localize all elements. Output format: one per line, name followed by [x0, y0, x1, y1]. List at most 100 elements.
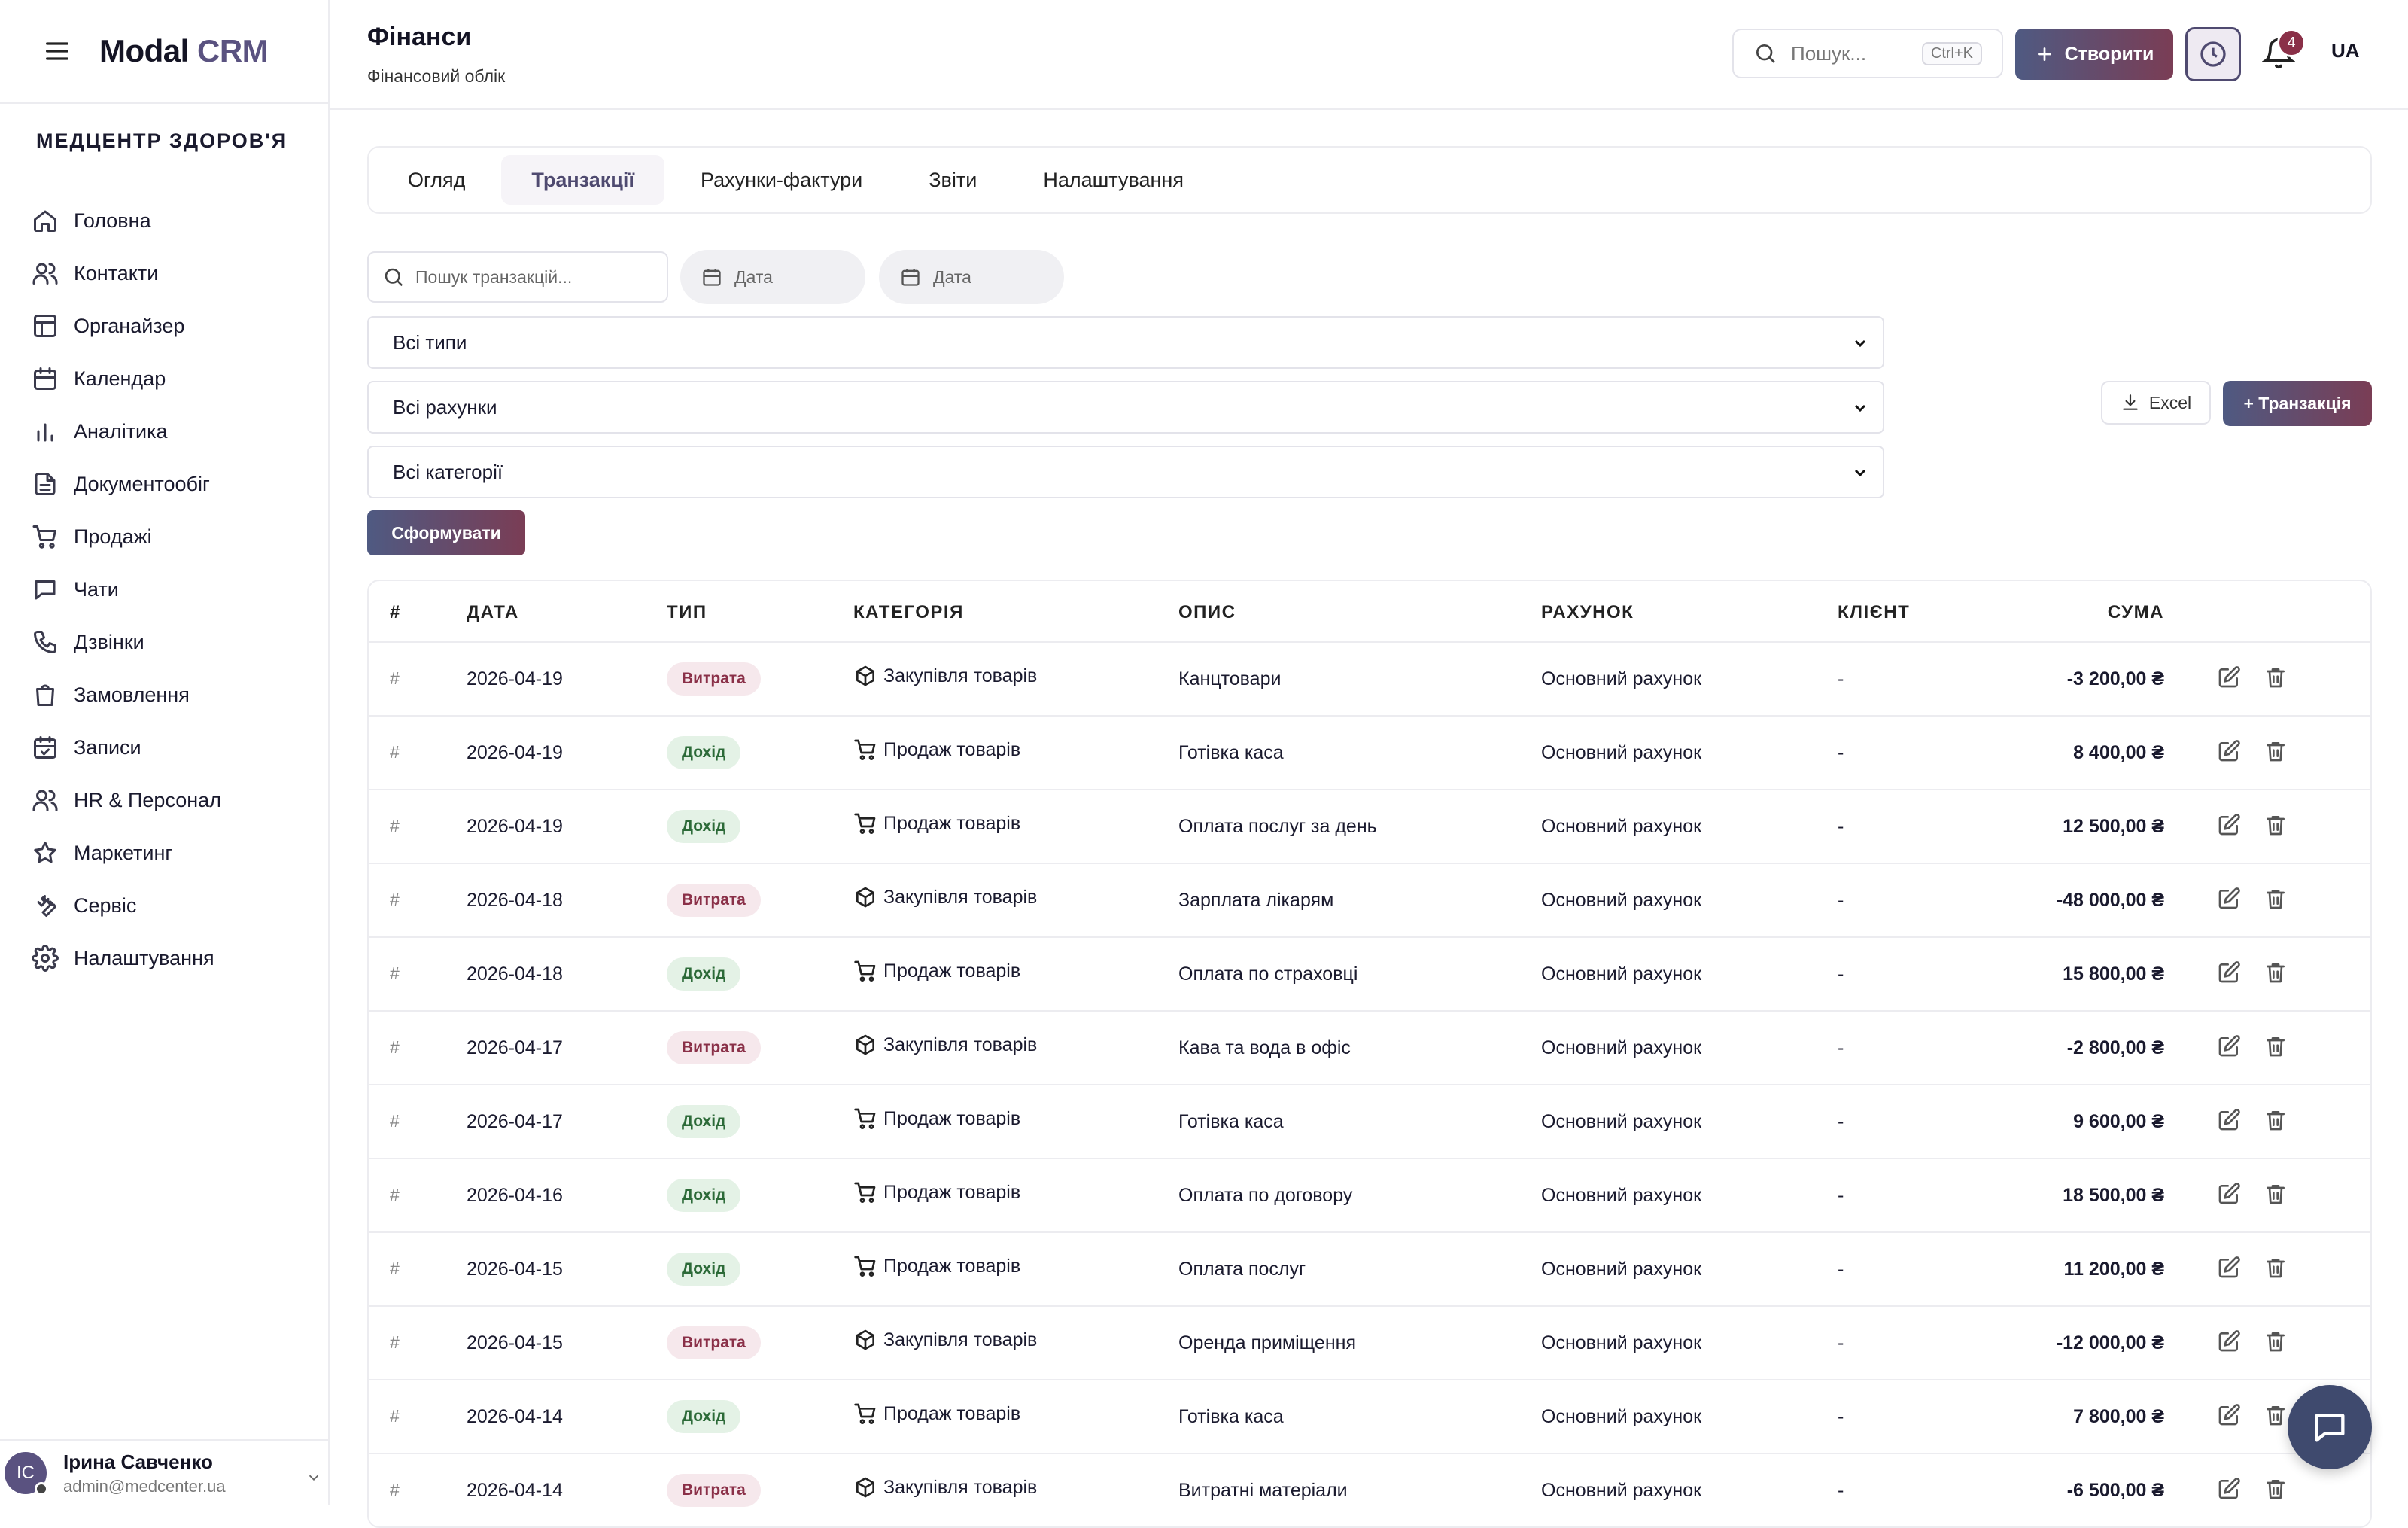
edit-button[interactable] [2217, 887, 2241, 911]
sidebar-item-6[interactable]: Документообіг [32, 458, 310, 510]
edit-button[interactable] [2217, 1182, 2241, 1206]
table-row[interactable]: #2026-04-19 Дохід Продаж товарів Оплата пос… [369, 790, 2370, 864]
menu-icon[interactable] [42, 36, 72, 66]
sidebar-item-9[interactable]: Дзвінки [32, 616, 310, 668]
delete-button[interactable] [2264, 1329, 2288, 1353]
edit-button[interactable] [2217, 1108, 2241, 1132]
sidebar-item-4[interactable]: Календар [32, 352, 310, 405]
trash-icon [2267, 1185, 2285, 1204]
category-select[interactable]: Всі категорії [367, 446, 1884, 498]
tab-5[interactable]: Налаштування [1013, 155, 1214, 205]
table-row[interactable]: #2026-04-17 Дохід Продаж товарів Готівка ка… [369, 1085, 2370, 1159]
edit-button[interactable] [2217, 960, 2241, 985]
sidebar-item-label: Головна [74, 209, 151, 232]
add-transaction-button[interactable]: + Транзакція [2223, 381, 2372, 426]
sidebar-item-10[interactable]: Замовлення [32, 668, 310, 721]
delete-button[interactable] [2264, 813, 2288, 837]
transaction-search-input[interactable]: Пошук транзакцій... [367, 251, 668, 303]
table-row[interactable]: #2026-04-19 Дохід Продаж товарів Готівка ка… [369, 717, 2370, 790]
table-row[interactable]: #2026-04-19 Витрата Закупівля товарів Канцт… [369, 643, 2370, 717]
row-account: Основний рахунок [1541, 890, 1702, 911]
time-tracker-button[interactable] [2185, 27, 2241, 81]
users-icon [32, 790, 58, 811]
edit-button[interactable] [2217, 1256, 2241, 1280]
delete-button[interactable] [2264, 1256, 2288, 1280]
account-select[interactable]: Всі рахунки [367, 381, 1884, 434]
edit-button[interactable] [2217, 1329, 2241, 1353]
edit-button[interactable] [2217, 1034, 2241, 1058]
row-number: # [390, 963, 400, 983]
table-row[interactable]: #2026-04-14 Витрата Закупівля товарів Витра… [369, 1454, 2370, 1526]
table-row[interactable]: #2026-04-17 Витрата Закупівля товарів Кава … [369, 1012, 2370, 1085]
edit-button[interactable] [2217, 739, 2241, 763]
column-header[interactable]: ДАТА [467, 602, 519, 623]
table-row[interactable]: #2026-04-16 Дохід Продаж товарів Оплата по … [369, 1159, 2370, 1233]
edit-button[interactable] [2217, 665, 2241, 689]
excel-export-button[interactable]: Excel [2101, 381, 2211, 425]
delete-button[interactable] [2264, 960, 2288, 985]
table-row[interactable]: #2026-04-18 Дохід Продаж товарів Оплата по … [369, 938, 2370, 1012]
sidebar-item-14[interactable]: Сервіс [32, 879, 310, 932]
chevron-down-icon[interactable] [306, 1469, 322, 1486]
sidebar-item-12[interactable]: HR & Персонал [32, 774, 310, 826]
language-switcher[interactable]: UA [2331, 39, 2360, 62]
table-row[interactable]: #2026-04-18 Витрата Закупівля товарів Зарпл… [369, 864, 2370, 938]
sidebar-header: Modal CRM [0, 0, 328, 104]
edit-button[interactable] [2217, 813, 2241, 837]
delete-button[interactable] [2264, 665, 2288, 689]
column-header[interactable]: ТИП [667, 602, 707, 623]
tab-1[interactable]: Огляд [378, 155, 495, 205]
sidebar-item-7[interactable]: Продажі [32, 510, 310, 563]
row-client: - [1838, 1259, 1844, 1280]
row-description: Готівка каса [1178, 1406, 1284, 1427]
table-row[interactable]: #2026-04-15 Дохід Продаж товарів Оплата пос… [369, 1233, 2370, 1307]
delete-button[interactable] [2264, 1108, 2288, 1132]
column-header[interactable]: КАТЕГОРІЯ [853, 602, 964, 623]
app-logo[interactable]: Modal CRM [99, 33, 269, 69]
user-profile[interactable]: IC Ірина Савченко admin@medcenter.ua [0, 1439, 330, 1505]
sidebar-item-13[interactable]: Маркетинг [32, 826, 310, 879]
search-icon [1756, 44, 1775, 63]
table-row[interactable]: #2026-04-15 Витрата Закупівля товарів Оренд… [369, 1307, 2370, 1380]
user-email: admin@medcenter.ua [63, 1476, 226, 1496]
cart-icon [32, 525, 56, 549]
delete-button[interactable] [2264, 1034, 2288, 1058]
sidebar-item-15[interactable]: Налаштування [32, 932, 310, 985]
row-amount: 9 600,00 ₴ [2073, 1111, 2164, 1132]
edit-button[interactable] [2217, 1403, 2241, 1427]
chat-fab-button[interactable] [2288, 1385, 2372, 1469]
cart-icon [854, 1108, 876, 1129]
column-header[interactable]: # [390, 602, 401, 623]
sidebar-item-label: Чати [74, 577, 119, 601]
edit-button[interactable] [2217, 1477, 2241, 1501]
sidebar-item-8[interactable]: Чати [32, 563, 310, 616]
tab-2[interactable]: Транзакції [501, 155, 664, 205]
column-header[interactable]: ОПИС [1178, 602, 1236, 623]
table-row[interactable]: #2026-04-14 Дохід Продаж товарів Готівка ка… [369, 1380, 2370, 1454]
edit-icon [2218, 1256, 2240, 1278]
type-select[interactable]: Всі типи [367, 316, 1884, 369]
generate-button[interactable]: Сформувати [367, 510, 525, 555]
sidebar-item-5[interactable]: Аналітика [32, 405, 310, 458]
delete-button[interactable] [2264, 1182, 2288, 1206]
clock-icon [2200, 41, 2226, 67]
delete-button[interactable] [2264, 1403, 2288, 1427]
sidebar-item-3[interactable]: Органайзер [32, 300, 310, 352]
row-category: Закупівля товарів [853, 1033, 1037, 1057]
column-header[interactable]: КЛІЄНТ [1838, 602, 1910, 623]
global-search[interactable]: Пошук... Ctrl+K [1732, 29, 2003, 78]
date-to-picker[interactable]: Дата [879, 250, 1064, 304]
create-button[interactable]: Створити [2015, 29, 2173, 80]
tab-4[interactable]: Звіти [898, 155, 1007, 205]
delete-button[interactable] [2264, 887, 2288, 911]
column-header[interactable]: СУМА [2108, 602, 2164, 623]
delete-button[interactable] [2264, 1477, 2288, 1501]
tab-3[interactable]: Рахунки-фактури [670, 155, 892, 205]
delete-button[interactable] [2264, 739, 2288, 763]
date-from-picker[interactable]: Дата [680, 250, 865, 304]
column-header[interactable]: РАХУНОК [1541, 602, 1634, 623]
sidebar-item-2[interactable]: Контакти [32, 247, 310, 300]
sidebar-item-11[interactable]: Записи [32, 721, 310, 774]
row-account: Основний рахунок [1541, 1332, 1702, 1353]
sidebar-item-1[interactable]: Головна [32, 194, 310, 247]
